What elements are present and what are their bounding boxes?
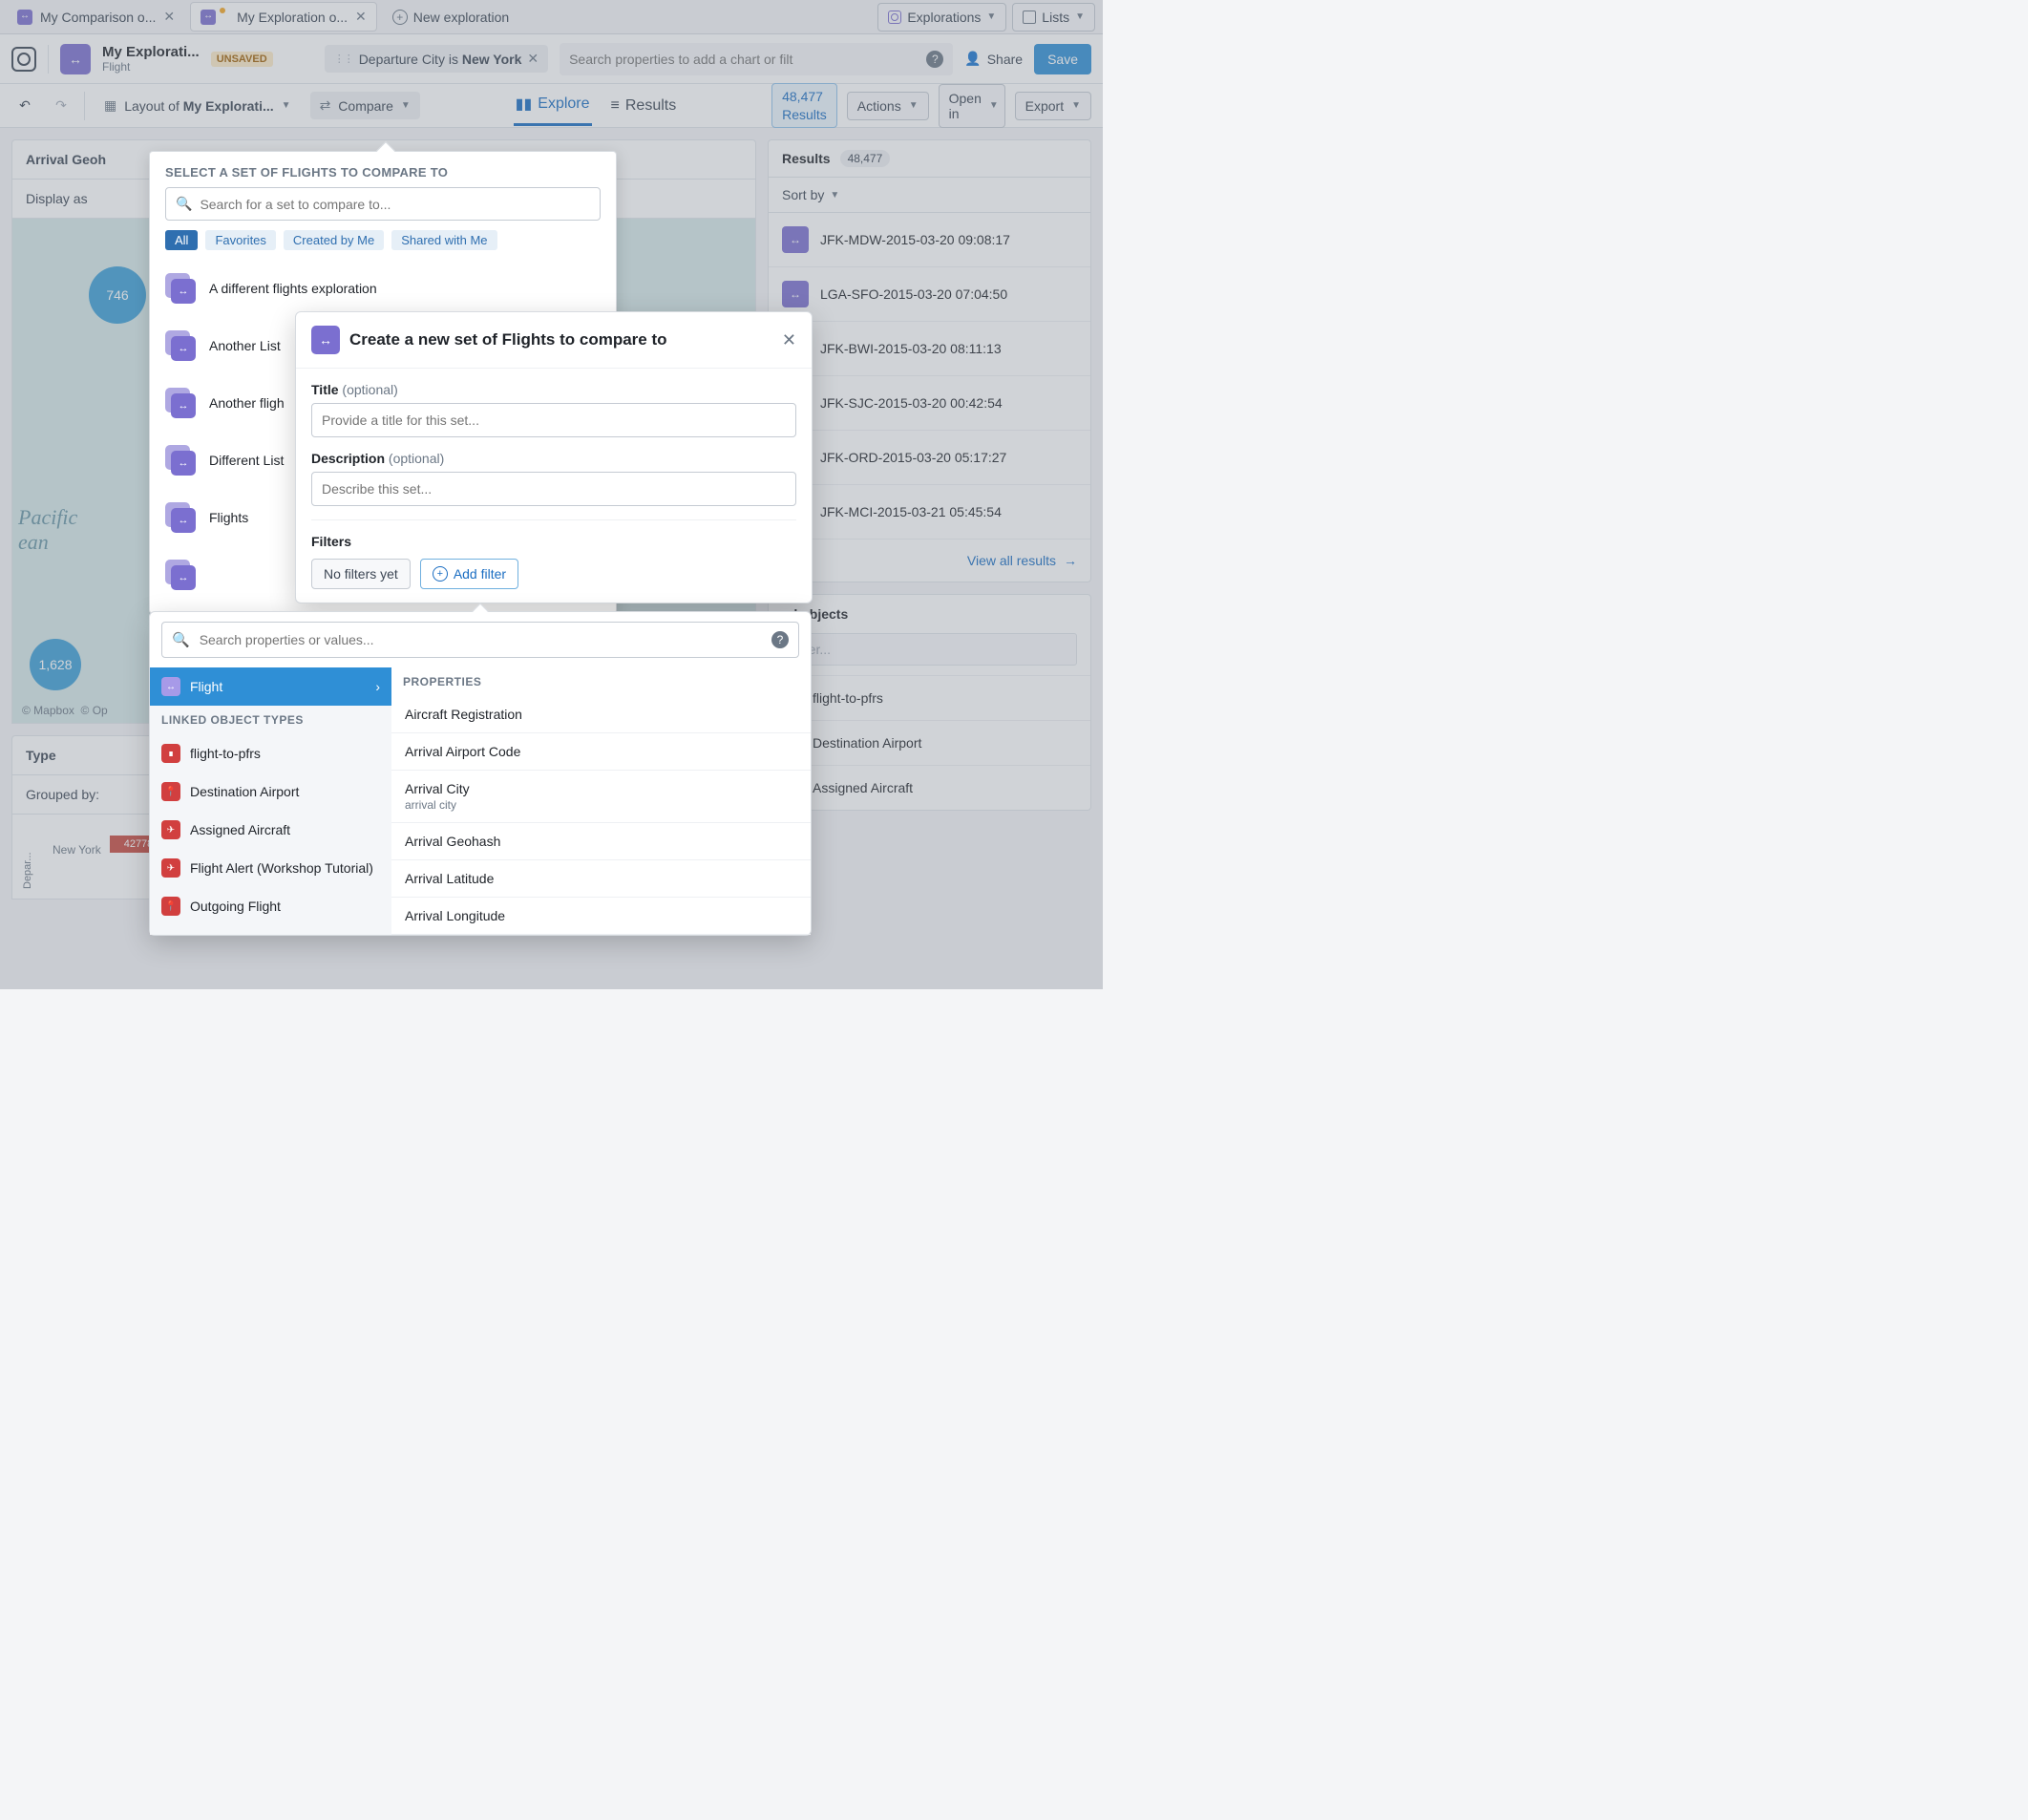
flight-icon: ↔ (161, 677, 180, 696)
linked-type-item[interactable]: 📍 Destination Airport (150, 772, 391, 811)
linked-type-label: flight-to-pfrs (190, 746, 261, 761)
set-label: Another List (209, 338, 281, 353)
linked-type-label: Outgoing Flight (190, 899, 281, 914)
properties-header: PROPERTIES (391, 667, 811, 696)
property-sublabel: arrival city (405, 798, 797, 812)
linked-type-item[interactable]: ✈ Flight Alert (Workshop Tutorial) (150, 849, 391, 887)
flight-icon: ↔ (311, 326, 340, 354)
filter-chips: All Favorites Created by Me Shared with … (150, 221, 616, 260)
title-input[interactable] (311, 403, 796, 437)
modal-title: Create a new set of Flights to compare t… (349, 330, 772, 349)
property-label: Arrival Airport Code (405, 744, 520, 759)
compare-search-input[interactable] (200, 197, 590, 212)
help-icon[interactable]: ? (771, 631, 789, 648)
set-label: Flights (209, 510, 248, 525)
add-filter-button[interactable]: + Add filter (420, 559, 518, 589)
create-set-modal: ↔ Create a new set of Flights to compare… (295, 311, 813, 603)
set-label: Another fligh (209, 395, 285, 411)
property-item[interactable]: Arrival Airport Code (391, 733, 811, 771)
property-label: Arrival Longitude (405, 908, 505, 923)
property-label: Arrival City (405, 781, 470, 796)
chip-shared-with-me[interactable]: Shared with Me (391, 230, 496, 250)
object-type-label: Flight (190, 679, 222, 694)
plane-icon: ✈ (161, 858, 180, 878)
search-icon: 🔍 (172, 631, 190, 648)
description-field-label: Description (optional) (311, 451, 796, 466)
set-label: A different flights exploration (209, 281, 377, 296)
chevron-right-icon: › (375, 679, 380, 694)
property-label: Aircraft Registration (405, 707, 522, 722)
property-item[interactable]: Aircraft Registration (391, 696, 811, 733)
property-picker-flyout: 🔍 ? ↔ Flight › LINKED OBJECT TYPES ∎ flig… (149, 611, 812, 936)
rss-icon: ∎ (161, 744, 180, 763)
chip-all[interactable]: All (165, 230, 198, 250)
plus-circle-icon: + (433, 566, 448, 582)
linked-types-header: LINKED OBJECT TYPES (150, 706, 391, 734)
property-label: Arrival Latitude (405, 871, 494, 886)
properties-column: PROPERTIES Aircraft Registration Arrival… (391, 667, 811, 935)
linked-type-item[interactable]: 📍 Outgoing Flight (150, 887, 391, 925)
close-modal-button[interactable]: ✕ (782, 330, 796, 350)
plane-icon: ✈ (161, 820, 180, 839)
compare-search[interactable]: 🔍 (165, 187, 601, 221)
compare-set-item[interactable]: ↔↔A different flights exploration (150, 260, 616, 317)
property-item[interactable]: Arrival City arrival city (391, 771, 811, 823)
property-item[interactable]: Arrival Longitude (391, 898, 811, 935)
no-filters-badge: No filters yet (311, 559, 411, 589)
description-input[interactable] (311, 472, 796, 506)
linked-type-label: Flight Alert (Workshop Tutorial) (190, 860, 373, 876)
property-label: Arrival Geohash (405, 834, 500, 849)
set-label: Different List (209, 453, 284, 468)
pin-icon: 📍 (161, 897, 180, 916)
linked-type-label: Destination Airport (190, 784, 299, 799)
chip-favorites[interactable]: Favorites (205, 230, 275, 250)
object-type-column: ↔ Flight › LINKED OBJECT TYPES ∎ flight-t… (150, 667, 391, 935)
title-field-label: Title (optional) (311, 382, 796, 397)
linked-type-item[interactable]: ✈ Assigned Aircraft (150, 811, 391, 849)
linked-type-item[interactable]: ∎ flight-to-pfrs (150, 734, 391, 772)
property-search[interactable]: 🔍 ? (161, 622, 799, 658)
pin-icon: 📍 (161, 782, 180, 801)
property-item[interactable]: Arrival Geohash (391, 823, 811, 860)
search-icon: 🔍 (176, 196, 192, 212)
linked-type-label: Assigned Aircraft (190, 822, 290, 837)
property-item[interactable]: Arrival Latitude (391, 860, 811, 898)
chip-created-by-me[interactable]: Created by Me (284, 230, 384, 250)
filters-label: Filters (311, 534, 796, 549)
add-filter-label: Add filter (454, 566, 506, 582)
property-search-input[interactable] (200, 632, 762, 647)
object-type-flight[interactable]: ↔ Flight › (150, 667, 391, 706)
